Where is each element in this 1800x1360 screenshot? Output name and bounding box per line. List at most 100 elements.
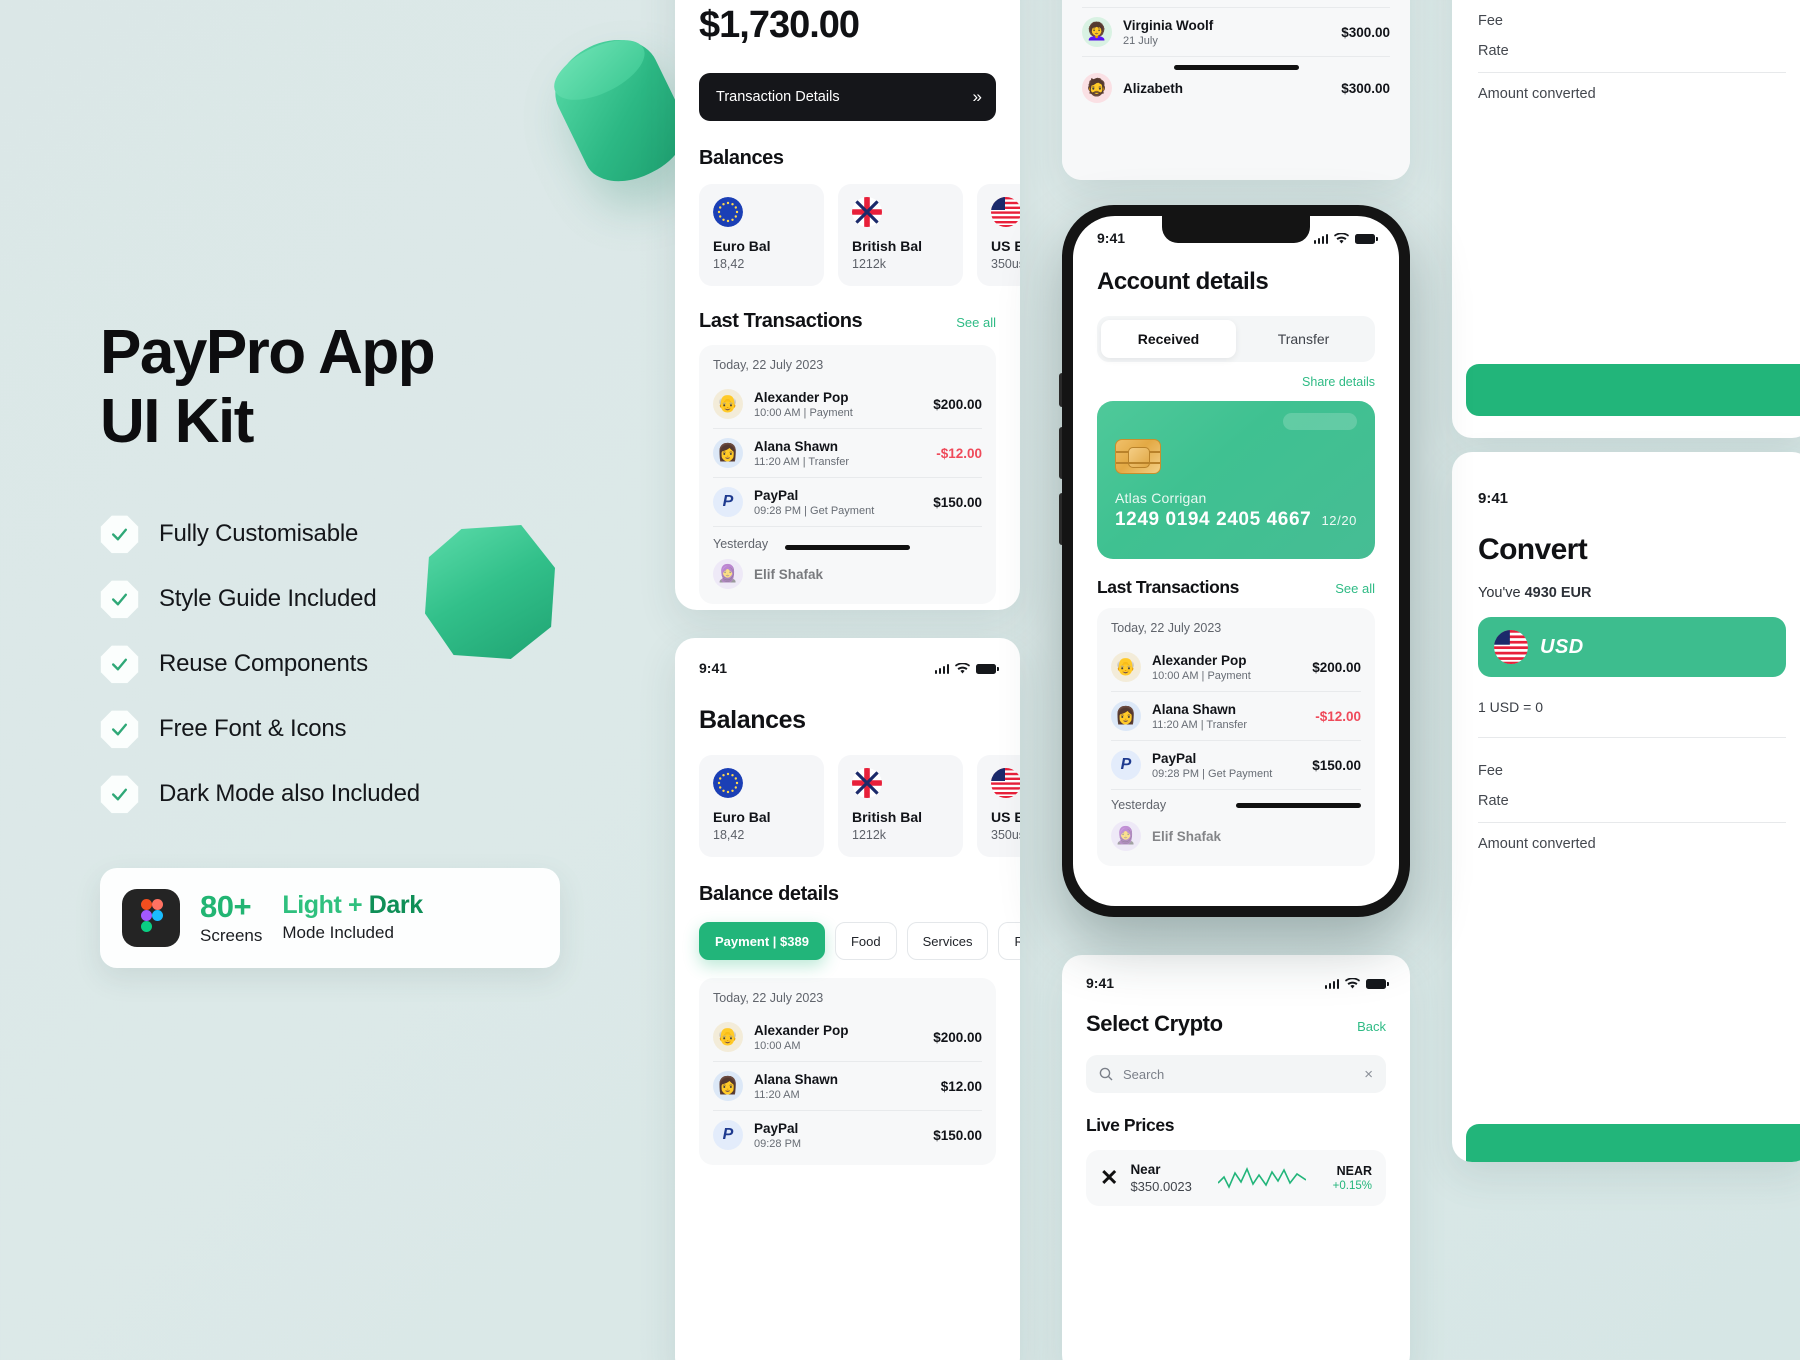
feature-label: Fully Customisable <box>159 520 359 548</box>
see-all-link[interactable]: See all <box>1335 581 1375 596</box>
chip-rent[interactable]: Rent <box>998 922 1020 960</box>
card-chip-icon <box>1115 439 1161 474</box>
check-icon <box>100 645 139 684</box>
table-row[interactable]: P PayPal 09:28 PM $150.00 <box>713 1111 982 1159</box>
balance-card[interactable]: US Bal 350usd <box>977 755 1020 857</box>
tab-received[interactable]: Received <box>1101 320 1236 358</box>
transaction-name: Virginia Woolf <box>1123 17 1214 33</box>
search-icon <box>1099 1067 1113 1081</box>
phone-volume-button <box>1059 427 1062 479</box>
transaction-meta: 11:20 AM <box>754 1088 800 1101</box>
transaction-meta: 11:20 AM | Transfer <box>754 455 849 468</box>
currency-selector[interactable]: USD <box>1478 617 1786 677</box>
fee-label: Fee <box>1478 13 1503 29</box>
avatar: 🧔 <box>1082 73 1112 103</box>
rate-label: Rate <box>1478 43 1509 59</box>
panel-yesterday-transactions: Yesterday 🧕 Elif Shafak 21 July $12.00 👩… <box>1062 0 1410 180</box>
panel-balances: 9:41 Balances Euro Bal 18,42 British Bal… <box>675 638 1020 1360</box>
avatar: 👴 <box>1111 652 1141 682</box>
screens-label: Screens <box>200 925 263 945</box>
credit-card[interactable]: Atlas Corrigan 1249 0194 2405 4667 12/20 <box>1097 401 1375 559</box>
transaction-meta: 10:00 AM | Payment <box>1152 669 1251 682</box>
transactions-card: Today, 22 July 2023 👴 Alexander Pop 10:0… <box>699 978 996 1165</box>
balance-card[interactable]: British Bal 1212k <box>838 755 963 857</box>
transaction-amount: $150.00 <box>933 1127 982 1143</box>
sparkline-chart <box>1204 1163 1321 1193</box>
crypto-symbol: NEAR <box>1336 1164 1372 1178</box>
cellular-signal-icon <box>1313 233 1328 244</box>
avatar: 👩 <box>713 1071 743 1101</box>
transaction-date-label: Today, 22 July 2023 <box>1111 621 1222 635</box>
home-indicator <box>1236 802 1361 808</box>
share-details-link[interactable]: Share details <box>1097 375 1375 389</box>
paypal-icon: P <box>713 487 743 517</box>
table-row[interactable]: 🧕 Elif Shafak <box>713 550 982 598</box>
last-transactions-heading: Last Transactions <box>1097 577 1240 597</box>
avatar: 🧕 <box>1111 821 1141 851</box>
table-row[interactable]: 👩 Alana Shawn 11:20 AM | Transfer -$12.0… <box>1111 692 1361 741</box>
chip-payment[interactable]: Payment | $389 <box>699 922 825 960</box>
amount-converted-label: Amount converted <box>1478 836 1596 852</box>
balance-card[interactable]: Euro Bal 18,42 <box>699 184 824 286</box>
list-item[interactable]: ✕ Near $350.0023 NEAR +0.15% <box>1086 1150 1386 1206</box>
see-all-link[interactable]: See all <box>956 315 996 330</box>
chip-food[interactable]: Food <box>834 922 897 960</box>
wifi-icon <box>1334 232 1349 243</box>
convert-confirm-button[interactable] <box>1466 1124 1800 1162</box>
eu-flag-icon <box>713 197 743 227</box>
balances-list: Euro Bal 18,42 British Bal 1212k US B 35… <box>699 184 1020 286</box>
table-row[interactable]: 👴 Alexander Pop 10:00 AM $200.00 <box>713 1013 982 1062</box>
divider <box>1478 72 1786 73</box>
table-row[interactable]: 👴 Alexander Pop 10:00 AM | Payment $200.… <box>713 380 982 429</box>
transaction-meta: 10:00 AM <box>754 1039 801 1052</box>
status-bar-time: 9:41 <box>1478 490 1509 507</box>
chip-services[interactable]: Services <box>906 922 989 960</box>
amount-converted-label: Amount converted <box>1478 86 1596 102</box>
check-icon <box>100 580 139 619</box>
transaction-details-button[interactable]: Transaction Details » <box>699 73 996 121</box>
confirm-button[interactable] <box>1466 364 1800 416</box>
balance-card[interactable]: Euro Bal 18,42 <box>699 755 824 857</box>
transaction-meta: 09:28 PM | Get Payment <box>754 504 875 517</box>
card-number-row: 1249 0194 2405 4667 12/20 <box>1115 509 1357 531</box>
feature-item: Dark Mode also Included <box>100 775 660 814</box>
transaction-meta: 09:28 PM <box>754 1137 802 1150</box>
balance-card[interactable]: British Bal 1212k <box>838 184 963 286</box>
status-bar-time: 9:41 <box>699 660 728 676</box>
feature-item: Free Font & Icons <box>100 710 660 749</box>
check-icon <box>100 515 139 554</box>
tab-transfer[interactable]: Transfer <box>1236 320 1371 358</box>
clear-icon[interactable]: × <box>1364 1066 1373 1083</box>
table-row[interactable]: 👩 Alana Shawn 11:20 AM | Transfer -$12.0… <box>713 429 982 478</box>
title-line-2: UI Kit <box>100 387 254 457</box>
transaction-date-label: Yesterday <box>1111 798 1167 812</box>
feature-label: Dark Mode also Included <box>159 780 420 808</box>
table-row[interactable]: P PayPal 09:28 PM | Get Payment $150.00 <box>713 478 982 527</box>
feature-label: Free Font & Icons <box>159 715 347 743</box>
transaction-name: Alana Shawn <box>754 1071 839 1087</box>
table-row[interactable]: P PayPal 09:28 PM | Get Payment $150.00 <box>1111 741 1361 790</box>
transaction-meta: 10:00 AM | Payment <box>754 406 853 419</box>
balance-card[interactable]: US Bal 350usd <box>977 184 1020 286</box>
youve-line: You've 4930 EUR <box>1478 585 1786 601</box>
category-filter-chips: Payment | $389 Food Services Rent <box>699 922 1020 960</box>
table-row[interactable]: 👩‍🦱 Virginia Woolf 21 July $300.00 <box>1082 8 1390 57</box>
us-flag-icon <box>991 768 1020 798</box>
back-link[interactable]: Back <box>1357 1019 1386 1034</box>
status-bar-time: 9:41 <box>1086 975 1115 991</box>
table-row[interactable]: 🧕 Elif Shafak 21 July $12.00 <box>1082 0 1390 8</box>
crypto-price: $350.0023 <box>1130 1179 1192 1194</box>
transaction-name: Alexander Pop <box>754 389 849 405</box>
table-row[interactable]: 🧕 Elif Shafak <box>1111 812 1361 860</box>
table-row[interactable]: 🧔 Alizabeth $300.00 <box>1082 64 1390 112</box>
rate-row: Rate <box>1478 36 1786 66</box>
card-contactless-pill <box>1283 413 1357 430</box>
hero-section: PayPro App UI Kit Fully Customisable Sty… <box>100 318 660 840</box>
feature-item: Reuse Components <box>100 645 660 684</box>
paypal-icon: P <box>1111 750 1141 780</box>
table-row[interactable]: 👴 Alexander Pop 10:00 AM | Payment $200.… <box>1111 643 1361 692</box>
search-input[interactable]: Search × <box>1086 1055 1386 1093</box>
battery-icon <box>1355 233 1378 244</box>
screens-count: 80+ <box>200 888 252 924</box>
table-row[interactable]: 👩 Alana Shawn 11:20 AM $12.00 <box>713 1062 982 1111</box>
